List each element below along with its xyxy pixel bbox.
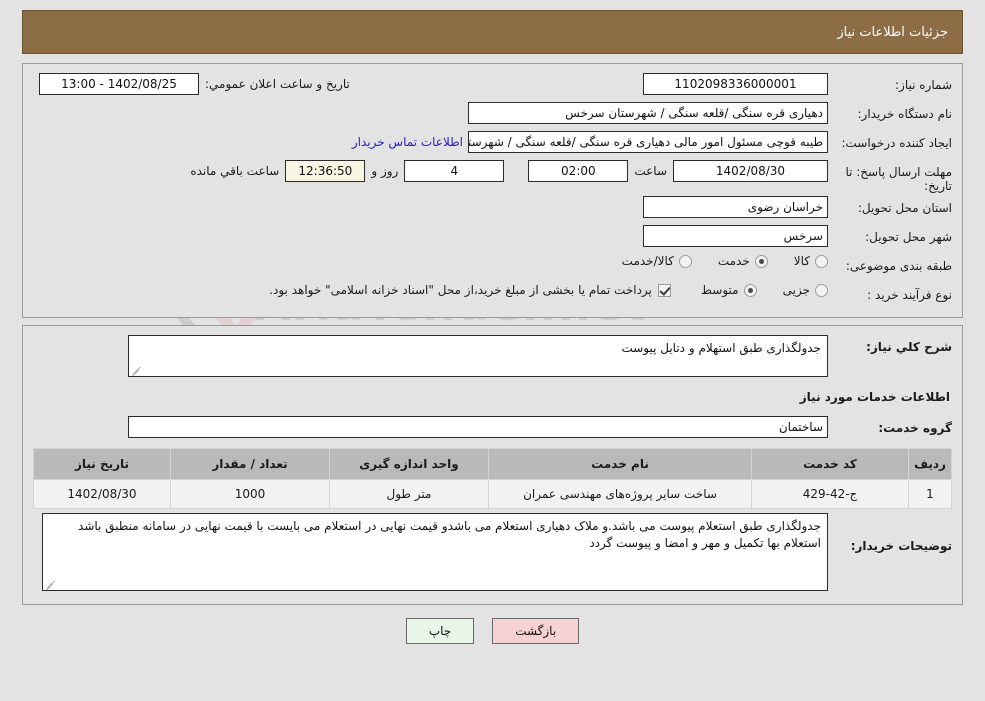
cell-need-date: 1402/08/30	[33, 479, 171, 509]
buyer-org-label: نام دستگاه خریدار:	[857, 107, 953, 121]
classification-option-label: خدمت	[717, 254, 750, 268]
province-label: استان محل تحویل:	[857, 201, 952, 215]
row-city: شهر محل تحویل: سرخس	[33, 225, 952, 251]
services-table: ردیف کد خدمت نام خدمت واحد اندازه گیری ت…	[33, 448, 952, 509]
service-group-value: ساختمان	[128, 416, 828, 438]
column-header-name: نام خدمت	[488, 448, 752, 480]
purchase-type-option-label: متوسط	[700, 283, 739, 297]
column-header-date: تاریخ نیاز	[33, 448, 171, 480]
cell-service-code: ج-42-429	[751, 479, 909, 509]
buyer-notes-value[interactable]: جدولگذاری طبق استعلام پیوست می باشد.و مل…	[42, 513, 828, 591]
row-service-group: گروه خدمت: ساختمان	[33, 416, 952, 442]
treasury-bonds-note: پرداخت تمام یا بخشی از مبلغ خرید،از محل …	[269, 283, 652, 297]
creator-label: ایجاد کننده درخواست:	[841, 136, 952, 150]
radio-icon[interactable]	[754, 254, 768, 268]
cell-row-index: 1	[908, 479, 952, 509]
print-button[interactable]: چاپ	[405, 618, 475, 644]
radio-icon[interactable]	[815, 283, 828, 297]
province-value: خراسان رضوی	[643, 196, 828, 218]
row-need-number: شماره نیاز: 1102098336000001 تاریخ و ساع…	[33, 73, 952, 99]
page-header: جزئیات اطلاعات نیاز	[22, 10, 963, 54]
public-announce-label: تاریخ و ساعت اعلان عمومي:	[205, 77, 350, 91]
purchase-type-option-motavaset[interactable]: متوسط	[701, 283, 757, 297]
classification-radio-group[interactable]: کالا خدمت کالا/خدمت	[596, 254, 828, 268]
row-purchase-type: نوع فرآیند خرید : جزیی متوسط پرداخت تمام…	[33, 283, 952, 309]
cell-service-name: ساخت سایر پروژه‌های مهندسی عمران	[488, 479, 752, 509]
service-group-label: گروه خدمت:	[878, 421, 952, 435]
resize-grip-icon[interactable]	[131, 366, 141, 376]
deadline-hour-value: 02:00	[528, 160, 629, 182]
buyer-contact-link[interactable]: اطلاعات تماس خریدار	[347, 135, 468, 149]
radio-icon[interactable]	[678, 254, 692, 268]
back-button[interactable]: بازگشت	[492, 618, 580, 644]
remaining-days-label: روز و	[371, 164, 399, 178]
public-announce-value: 1402/08/25 - 13:00	[39, 73, 199, 95]
classification-option-label: کالا	[793, 254, 810, 268]
radio-icon[interactable]	[743, 283, 757, 297]
resize-grip-icon[interactable]	[45, 580, 55, 590]
countdown-timer: 12:36:50	[285, 160, 366, 182]
need-details-panel: شماره نیاز: 1102098336000001 تاریخ و ساع…	[22, 63, 963, 318]
column-header-row: ردیف	[908, 448, 952, 480]
row-need-description: شرح کلي نیاز: جدولگذاری طبق استهلام و دت…	[33, 335, 952, 377]
classification-option-kala[interactable]: کالا	[794, 254, 828, 268]
table-row: 1 ج-42-429 ساخت سایر پروژه‌های مهندسی عم…	[33, 479, 952, 509]
classification-option-label: کالا/خدمت	[621, 254, 674, 268]
row-province: استان محل تحویل: خراسان رضوی	[33, 196, 952, 222]
page-title: جزئیات اطلاعات نیاز	[837, 24, 948, 40]
cell-unit: متر طول	[329, 479, 489, 509]
need-description-label: شرح کلي نیاز:	[866, 340, 952, 354]
buyer-notes-text: جدولگذاری طبق استعلام پیوست می باشد.و مل…	[78, 519, 821, 550]
need-number-value: 1102098336000001	[643, 73, 828, 95]
row-deadline: مهلت ارسال پاسخ: تا تاریخ: 1402/08/30 سا…	[33, 160, 952, 193]
row-classification: طبقه بندی موضوعی: کالا خدمت کالا/خدمت	[33, 254, 952, 280]
remaining-hours-label: ساعت باقي مانده	[190, 164, 280, 178]
remaining-days-value: 4	[404, 160, 505, 182]
classification-option-khedmat[interactable]: خدمت	[718, 254, 768, 268]
deadline-date-value: 1402/08/30	[673, 160, 828, 182]
footer-actions: بازگشت چاپ	[0, 618, 985, 644]
cell-quantity: 1000	[170, 479, 330, 509]
services-panel: شرح کلي نیاز: جدولگذاری طبق استهلام و دت…	[22, 325, 963, 605]
classification-option-kala-khedmat[interactable]: کالا/خدمت	[622, 254, 692, 268]
purchase-type-radio-group[interactable]: جزیی متوسط	[675, 283, 828, 297]
need-number-label: شماره نیاز:	[895, 78, 952, 92]
row-creator: ایجاد کننده درخواست: طیبه قوچی مسئول امو…	[33, 131, 952, 157]
city-label: شهر محل تحویل:	[865, 230, 952, 244]
need-description-text: جدولگذاری طبق استهلام و دتایل پیوست	[621, 341, 821, 355]
column-header-unit: واحد اندازه گیری	[329, 448, 489, 480]
row-buyer-org: نام دستگاه خریدار: دهیاری قره سنگی /قلعه…	[33, 102, 952, 128]
buyer-org-value: دهیاری قره سنگی /قلعه سنگی / شهرستان سرخ…	[468, 102, 828, 124]
purchase-type-option-label: جزیی	[782, 283, 810, 297]
treasury-bonds-checkbox[interactable]	[657, 283, 671, 297]
deadline-hour-label: ساعت	[634, 164, 667, 178]
radio-icon[interactable]	[815, 254, 828, 268]
classification-label: طبقه بندی موضوعی:	[845, 259, 952, 273]
city-value: سرخس	[643, 225, 828, 247]
purchase-type-option-jozei[interactable]: جزیی	[783, 283, 828, 297]
row-buyer-notes: توضیحات خریدار: جدولگذاری طبق استعلام پی…	[33, 513, 952, 591]
table-header-row: ردیف کد خدمت نام خدمت واحد اندازه گیری ت…	[33, 448, 952, 480]
creator-value: طیبه قوچی مسئول امور مالی دهیاری قره سنگ…	[468, 131, 828, 153]
need-description-value[interactable]: جدولگذاری طبق استهلام و دتایل پیوست	[128, 335, 828, 377]
column-header-code: کد خدمت	[751, 448, 909, 480]
deadline-label: مهلت ارسال پاسخ: تا تاریخ:	[845, 165, 952, 193]
services-section-heading: اطلاعات خدمات مورد نیاز	[799, 390, 950, 404]
purchase-type-label: نوع فرآیند خرید :	[867, 288, 952, 302]
buyer-notes-label: توضیحات خریدار:	[850, 539, 952, 553]
column-header-qty: تعداد / مقدار	[170, 448, 330, 480]
